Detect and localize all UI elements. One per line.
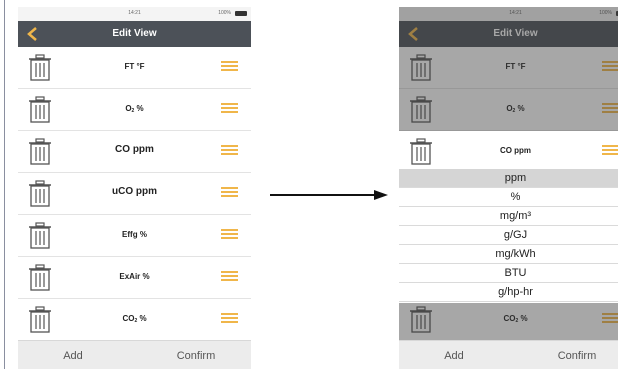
unit-option[interactable]: ppm xyxy=(399,169,618,188)
drag-handle-icon[interactable] xyxy=(221,229,238,243)
bottom-toolbar: Add Confirm xyxy=(18,340,251,369)
drag-handle-icon[interactable] xyxy=(602,61,618,75)
confirm-button[interactable]: Confirm xyxy=(522,341,618,369)
drag-handle-icon[interactable] xyxy=(221,145,238,159)
trash-icon[interactable] xyxy=(28,222,52,249)
list-item[interactable]: CO2 % xyxy=(18,299,251,341)
unit-option[interactable]: g/hp-hr xyxy=(399,283,618,302)
drag-handle-icon[interactable] xyxy=(602,313,618,327)
add-button[interactable]: Add xyxy=(399,341,509,369)
drag-handle-icon[interactable] xyxy=(221,271,238,285)
unit-option[interactable]: g/GJ xyxy=(399,226,618,245)
trash-icon[interactable] xyxy=(28,96,52,123)
drag-handle-icon[interactable] xyxy=(221,61,238,75)
measurement-label: O2 % xyxy=(125,104,144,114)
unit-option[interactable]: mg/m³ xyxy=(399,207,618,226)
list-item[interactable]: CO2 % xyxy=(399,299,618,341)
trash-icon[interactable] xyxy=(409,306,433,333)
list-item[interactable]: O2 % xyxy=(399,89,618,131)
unit-option[interactable]: % xyxy=(399,188,618,207)
page-edge-line xyxy=(4,0,5,369)
list-item[interactable]: CO ppm xyxy=(399,131,618,173)
screen-edit-view: 14:21 100% Edit View FT °F O2 % CO ppm uCO ppm… xyxy=(18,7,251,369)
drag-handle-icon[interactable] xyxy=(602,145,618,159)
bottom-toolbar: Add Confirm xyxy=(399,340,618,369)
list-item[interactable]: CO ppm xyxy=(18,131,251,173)
drag-handle-icon[interactable] xyxy=(221,103,238,117)
nav-bar: Edit View xyxy=(18,21,251,47)
unit-picker[interactable]: ppm% mg/m³ g/GJ mg/kWh BTU g/hp-hr xyxy=(399,169,618,303)
measurement-label: O2 % xyxy=(506,104,525,114)
page-title: Edit View xyxy=(493,28,538,39)
measurement-label: ExAir % xyxy=(119,272,150,281)
screen-edit-view-unit-picker: 14:21100%Edit ViewFT °FO2 %CO ppmuCO ppm… xyxy=(399,7,618,369)
trash-icon[interactable] xyxy=(409,96,433,123)
battery-icon xyxy=(235,11,247,16)
list-item[interactable]: Effg % xyxy=(18,215,251,257)
battery-percent: 100% xyxy=(218,10,231,16)
confirm-button[interactable]: Confirm xyxy=(141,341,251,369)
arrow-right-icon xyxy=(270,190,388,200)
measurement-label: Effg % xyxy=(122,230,147,239)
unit-option[interactable]: mg/kWh xyxy=(399,245,618,264)
trash-icon[interactable] xyxy=(409,138,433,165)
trash-icon[interactable] xyxy=(28,264,52,291)
measurement-label: CO ppm xyxy=(499,146,532,155)
add-button[interactable]: Add xyxy=(18,341,128,369)
drag-handle-icon[interactable] xyxy=(602,103,618,117)
trash-icon[interactable] xyxy=(28,54,52,81)
unit-option[interactable]: BTU xyxy=(399,264,618,283)
list-item[interactable]: ExAir % xyxy=(18,257,251,299)
trash-icon[interactable] xyxy=(28,180,52,207)
status-time: 14:21 xyxy=(509,10,522,16)
drag-handle-icon[interactable] xyxy=(221,313,238,327)
trash-icon[interactable] xyxy=(28,306,52,333)
battery-percent: 100% xyxy=(599,10,612,16)
list-item[interactable]: FT °F xyxy=(18,47,251,89)
page-title: Edit View xyxy=(112,28,157,39)
measurement-label: CO2 % xyxy=(503,314,528,324)
list-item[interactable]: uCO ppm xyxy=(18,173,251,215)
measurement-label: uCO ppm xyxy=(112,186,157,197)
status-time: 14:21 xyxy=(128,10,141,16)
trash-icon[interactable] xyxy=(409,54,433,81)
drag-handle-icon[interactable] xyxy=(221,187,238,201)
measurement-label: CO2 % xyxy=(122,314,147,324)
nav-bar: Edit View xyxy=(399,21,618,47)
list-item[interactable]: FT °F xyxy=(399,47,618,89)
status-bar: 14:21 100% xyxy=(399,7,618,21)
measurement-label: CO ppm xyxy=(115,144,154,155)
list-item[interactable]: O2 % xyxy=(18,89,251,131)
trash-icon[interactable] xyxy=(28,138,52,165)
measurement-label: FT °F xyxy=(505,62,526,71)
status-bar: 14:21 100% xyxy=(18,7,251,21)
measurement-label: FT °F xyxy=(124,62,145,71)
